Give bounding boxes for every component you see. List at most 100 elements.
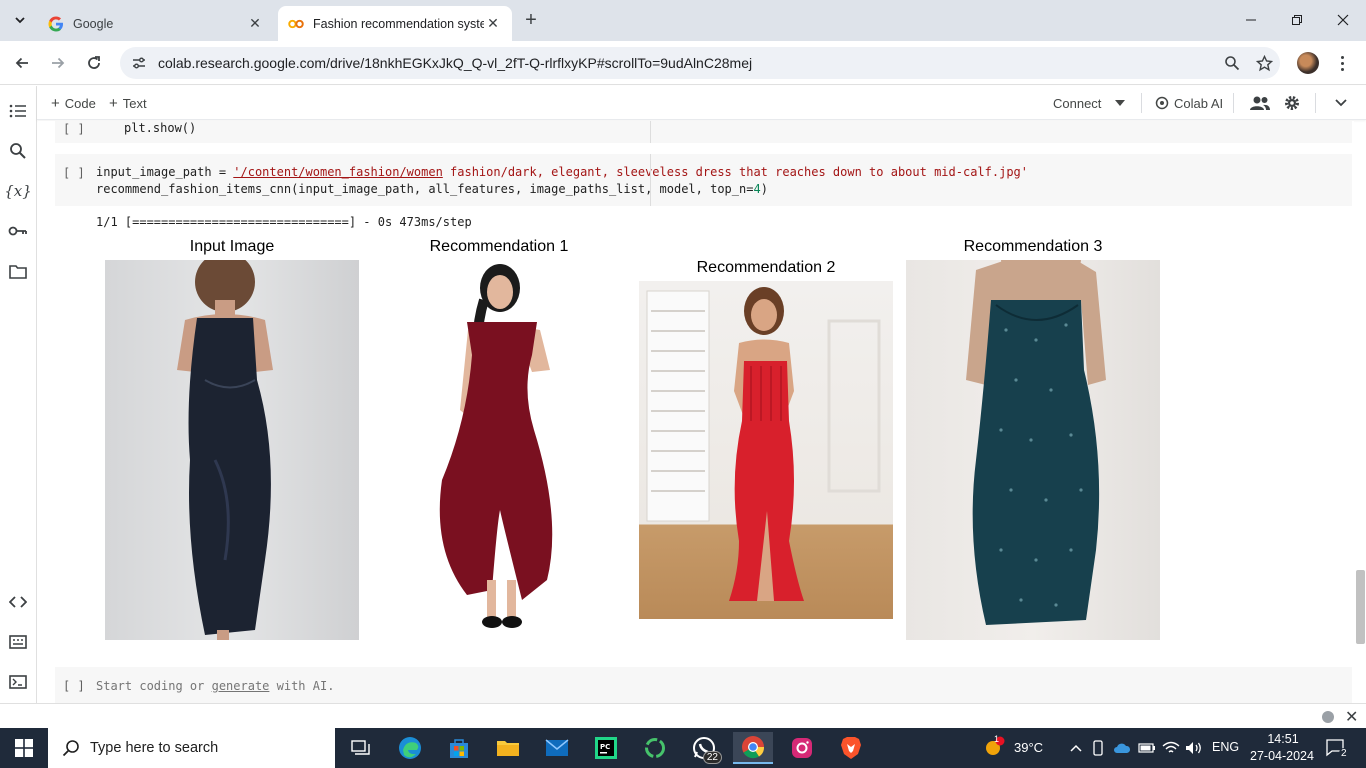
volume-icon[interactable] [1184, 738, 1204, 758]
taskbar-microsoft-store[interactable] [439, 732, 479, 764]
restore-icon [1292, 15, 1302, 25]
device-icon[interactable] [1088, 738, 1108, 758]
task-view-icon [351, 740, 370, 755]
close-icon[interactable]: ✕ [484, 15, 502, 33]
share-people-button[interactable] [1249, 93, 1271, 113]
new-tab-button[interactable]: + [520, 9, 542, 31]
search-icon[interactable] [6, 139, 30, 163]
colab-ai-button[interactable]: Colab AI [1155, 93, 1223, 113]
code-line-1: input_image_path = '/content/women_fashi… [96, 165, 1028, 179]
taskbar-whatsapp[interactable]: 22 [684, 732, 724, 764]
code-text: plt.show() [124, 121, 197, 135]
code-token: input_image_path = [96, 165, 234, 179]
add-code-cell-button[interactable]: + Code [51, 93, 96, 113]
google-g-icon [48, 16, 64, 32]
clock-time[interactable]: 14:51 [1262, 732, 1304, 746]
add-code-label: Code [64, 95, 96, 111]
variables-icon[interactable]: {x} [4, 179, 32, 203]
input-language[interactable]: ENG [1212, 740, 1239, 754]
caret-down-icon [1115, 100, 1125, 106]
arrow-right-icon [52, 57, 65, 69]
people-icon [1250, 96, 1270, 110]
forward-button[interactable] [44, 49, 72, 77]
edge-browser-icon [399, 737, 421, 759]
panel-title: Recommendation 1 [429, 238, 569, 255]
colab-status-bar: ✕ [0, 703, 1366, 728]
show-hidden-icons-chevron[interactable] [1066, 738, 1086, 758]
clock-date[interactable]: 27-04-2024 [1246, 749, 1318, 763]
plus-icon: + [51, 94, 60, 112]
code-cell[interactable]: [ ] plt.show() [55, 121, 1352, 143]
close-icon[interactable]: ✕ [1345, 707, 1358, 727]
code-number-token: 4 [753, 182, 761, 196]
close-icon[interactable]: ✕ [246, 15, 264, 33]
tab-fashion-recommendation[interactable]: Fashion recommendation syste ✕ [278, 6, 512, 41]
search-placeholder: Type here to search [90, 740, 219, 756]
weather-alert-count: 1 [994, 734, 1000, 744]
terminal-icon[interactable] [6, 670, 30, 694]
cell-code[interactable]: plt.show() [124, 121, 196, 137]
wifi-icon[interactable] [1161, 738, 1181, 758]
cell-code[interactable]: input_image_path = '/content/women_fashi… [96, 164, 1028, 198]
minimize-button[interactable] [1228, 6, 1274, 34]
notebook-scrollbar-thumb[interactable] [1356, 570, 1365, 644]
search-icon [62, 740, 79, 757]
address-bar[interactable]: colab.research.google.com/drive/18nkhEGK… [120, 47, 1280, 79]
windows-logo-icon [15, 739, 33, 757]
tab-search-button[interactable] [6, 7, 34, 33]
taskbar-file-explorer[interactable] [488, 732, 528, 764]
tab-google[interactable]: Google ✕ [38, 6, 274, 41]
weather-temperature[interactable]: 39°C [1014, 740, 1043, 755]
plus-icon: + [109, 94, 118, 112]
browser-toolbar: colab.research.google.com/drive/18nkhEGK… [0, 41, 1366, 85]
taskbar-search-box[interactable]: Type here to search [48, 728, 335, 768]
taskbar-app-circle[interactable] [635, 732, 675, 764]
close-window-button[interactable] [1320, 6, 1366, 34]
table-of-contents-icon[interactable] [6, 99, 30, 123]
empty-code-cell[interactable]: [ ] Start coding or generate with AI. [55, 667, 1352, 703]
run-cell-indicator[interactable]: [ ] [63, 166, 85, 180]
run-cell-indicator[interactable]: [ ] [63, 679, 85, 693]
cell-placeholder[interactable]: Start coding or generate with AI. [96, 678, 334, 695]
colab-left-rail: {x} [0, 86, 37, 703]
settings-button[interactable] [1283, 93, 1301, 113]
secrets-key-icon[interactable] [6, 219, 30, 243]
command-palette-icon[interactable] [6, 630, 30, 654]
reload-button[interactable] [80, 49, 108, 77]
taskbar-edge[interactable] [390, 732, 430, 764]
gear-icon [1285, 96, 1299, 110]
zoom-icon[interactable] [1216, 49, 1248, 77]
windows-start-button[interactable] [0, 728, 48, 768]
runtime-dropdown-button[interactable] [1115, 93, 1125, 113]
code-cell[interactable]: [ ] input_image_path = '/content/women_f… [55, 154, 1352, 206]
bookmark-star-icon[interactable] [1248, 49, 1280, 77]
add-text-cell-button[interactable]: + Text [109, 93, 147, 113]
connect-button[interactable]: Connect [1053, 93, 1101, 113]
taskbar-brave[interactable] [831, 732, 871, 764]
back-button[interactable] [8, 49, 36, 77]
taskbar-mail[interactable] [537, 732, 577, 764]
browser-menu-icon[interactable] [1334, 51, 1350, 75]
task-view-button[interactable] [341, 732, 381, 764]
taskbar-instagram[interactable] [782, 732, 822, 764]
site-settings-icon[interactable] [128, 52, 150, 74]
generate-link[interactable]: generate [212, 679, 270, 693]
browser-tab-strip: Google ✕ Fashion recommendation syste ✕ … [0, 0, 1366, 41]
store-bag-icon [450, 739, 468, 758]
files-folder-icon[interactable] [6, 259, 30, 283]
cell-output-progress: 1/1 [==============================] - 0… [96, 215, 472, 229]
colab-co-icon [288, 16, 304, 32]
placeholder-text: with AI. [269, 679, 335, 693]
battery-icon[interactable] [1137, 738, 1157, 758]
restore-button[interactable] [1274, 6, 1320, 34]
taskbar-chrome[interactable] [733, 732, 773, 764]
run-cell-indicator[interactable]: [ ] [63, 122, 85, 136]
taskbar-pycharm[interactable]: PC [586, 732, 626, 764]
mail-envelope-icon [545, 739, 569, 756]
code-snippets-icon[interactable] [6, 590, 30, 614]
code-ruler-line [650, 154, 651, 206]
colab-ai-label: Colab AI [1174, 95, 1224, 111]
profile-avatar[interactable] [1297, 52, 1319, 74]
collapse-header-button[interactable] [1335, 93, 1347, 113]
cloud-sync-icon[interactable] [1112, 738, 1132, 758]
